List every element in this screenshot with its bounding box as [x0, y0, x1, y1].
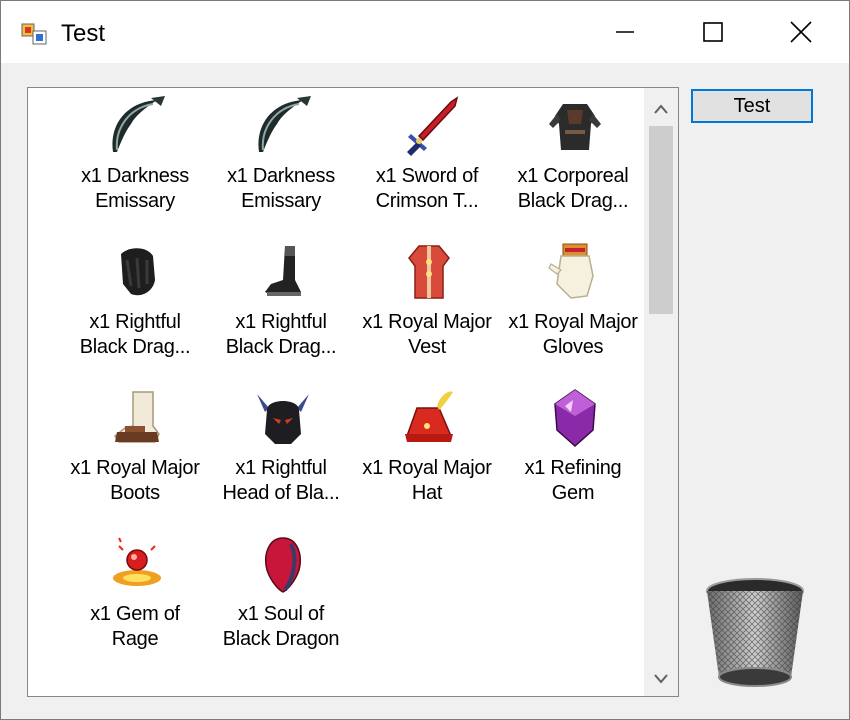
scroll-up-button[interactable]: [644, 92, 678, 126]
item-list-view[interactable]: x1 Darkness Emissary x1 Darkness Emissar…: [27, 87, 679, 697]
vest-icon: [408, 245, 450, 299]
item-label: x1 Corporeal Black Drag...: [517, 165, 629, 212]
boots-icon: [113, 391, 160, 443]
list-item[interactable]: x1 Soul of Black Dragon: [208, 526, 354, 672]
chevron-down-icon: [654, 674, 668, 684]
item-label: x1 Rightful Black Drag...: [79, 311, 191, 358]
list-item[interactable]: x1 Royal Major Vest: [354, 234, 500, 380]
maximize-icon: [703, 22, 723, 42]
item-label: x1 Darkness Emissary: [81, 165, 189, 212]
list-item[interactable]: x1 Royal Major Boots: [62, 380, 208, 526]
recycle-bin-icon[interactable]: [701, 573, 809, 693]
helmet-icon: [257, 394, 309, 444]
list-item[interactable]: x1 Corporeal Black Drag...: [500, 88, 646, 234]
maximize-button[interactable]: [669, 1, 757, 63]
test-button[interactable]: Test: [691, 89, 813, 123]
minimize-icon: [616, 31, 634, 33]
armor-icon: [549, 104, 601, 150]
scroll-thumb[interactable]: [649, 126, 673, 314]
scythe-icon: [112, 96, 165, 152]
soul-icon: [265, 537, 301, 593]
chevron-up-icon: [654, 104, 668, 114]
hat-icon: [405, 391, 453, 442]
list-item[interactable]: x1 Rightful Black Drag...: [62, 234, 208, 380]
list-item[interactable]: x1 Darkness Emissary: [62, 88, 208, 234]
item-label: x1 Royal Major Boots: [70, 457, 200, 504]
close-button[interactable]: [757, 1, 845, 63]
item-label: x1 Refining Gem: [524, 457, 622, 504]
list-item[interactable]: x1 Gem of Rage: [62, 526, 208, 672]
item-label: x1 Darkness Emissary: [227, 165, 335, 212]
rage-gem-icon: [113, 537, 161, 586]
sword-icon: [407, 96, 459, 156]
app-window: Test x1 Darkness Emissary x1 Darkness Em…: [0, 0, 850, 720]
item-label: x1 Soul of Black Dragon: [222, 603, 340, 650]
list-item[interactable]: x1 Sword of Crimson T...: [354, 88, 500, 234]
title-bar[interactable]: Test: [1, 1, 849, 63]
list-item[interactable]: x1 Refining Gem: [500, 380, 646, 526]
boot-icon: [265, 246, 301, 296]
window-title: Test: [61, 20, 106, 47]
vertical-scrollbar[interactable]: [644, 88, 678, 696]
item-label: x1 Gem of Rage: [90, 603, 180, 650]
minimize-button[interactable]: [581, 1, 669, 63]
app-icon: [21, 23, 47, 45]
scythe-icon: [258, 96, 311, 152]
gem-icon: [554, 389, 596, 448]
item-label: x1 Rightful Black Drag...: [225, 311, 337, 358]
list-item[interactable]: x1 Darkness Emissary: [208, 88, 354, 234]
gloves-icon: [548, 243, 594, 299]
list-item[interactable]: x1 Rightful Black Drag...: [208, 234, 354, 380]
item-label: x1 Royal Major Vest: [362, 311, 492, 358]
close-icon: [790, 21, 812, 43]
list-item[interactable]: x1 Royal Major Gloves: [500, 234, 646, 380]
list-item[interactable]: x1 Royal Major Hat: [354, 380, 500, 526]
item-grid: x1 Darkness Emissary x1 Darkness Emissar…: [28, 88, 642, 696]
list-item[interactable]: x1 Rightful Head of Bla...: [208, 380, 354, 526]
scroll-down-button[interactable]: [644, 662, 678, 696]
item-label: x1 Rightful Head of Bla...: [222, 457, 340, 504]
item-label: x1 Royal Major Gloves: [508, 311, 638, 358]
item-label: x1 Sword of Crimson T...: [375, 165, 479, 212]
item-label: x1 Royal Major Hat: [362, 457, 492, 504]
gauntlet-icon: [121, 248, 155, 296]
